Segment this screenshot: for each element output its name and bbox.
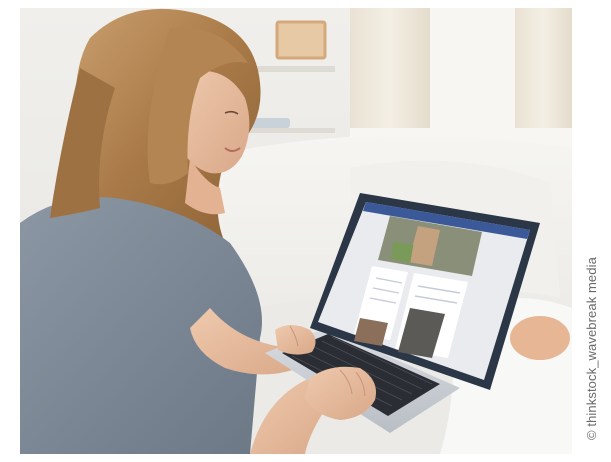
photo-scene [20,8,572,454]
screen-left-image [354,318,388,346]
photo-credit: © thinkstock_wavebreak media [584,257,599,440]
shelf-object [250,118,290,128]
knee [510,316,570,360]
screen-profile-pic [390,241,414,263]
picture-frame [275,20,327,60]
shelf-lower [245,128,335,133]
curtain-left [350,8,430,128]
shelf [245,66,335,72]
curtain-right [515,8,572,128]
photograph [20,8,572,454]
